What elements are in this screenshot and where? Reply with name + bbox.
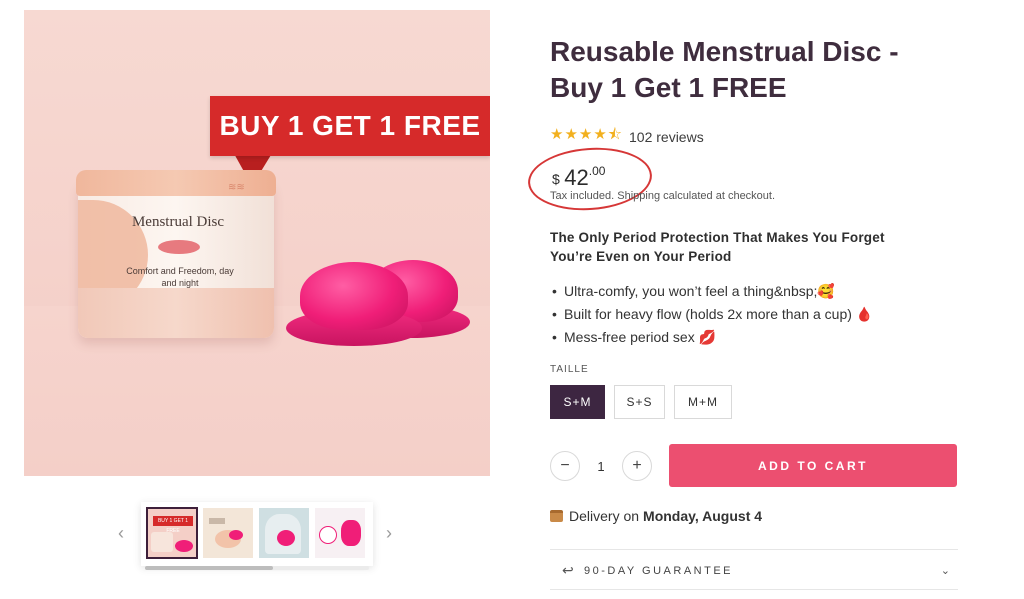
package-icon <box>550 510 563 522</box>
feature-text: Ultra-comfy, you won’t feel a thing&nbsp… <box>564 283 835 299</box>
size-options: S+M S+S M+M <box>550 385 732 419</box>
star-rating-icon: ★★★★⯪ <box>550 126 623 143</box>
thumbnail-1[interactable]: BUY 1 GET 1 FREE <box>146 507 198 559</box>
size-option-s-s[interactable]: S+S <box>614 385 665 419</box>
feature-item: • Built for heavy flow (holds 2x more tha… <box>552 303 873 326</box>
delivery-prefix: Delivery on <box>569 508 640 524</box>
delivery-date: Monday, August 4 <box>643 508 763 524</box>
thumb-text-block <box>209 518 225 524</box>
feature-item: • Mess-free period sex 💋 <box>552 326 873 349</box>
divider <box>550 549 958 550</box>
thumb-disc <box>277 530 295 546</box>
bullet-icon: • <box>552 283 557 299</box>
size-option-m-m[interactable]: M+M <box>674 385 732 419</box>
feature-list: • Ultra-comfy, you won’t feel a thing&nbs… <box>552 280 873 349</box>
product-tin: ≋≋ Menstrual Disc Comfort and Freedom, d… <box>76 170 276 338</box>
quantity-stepper: − 1 + <box>550 451 652 481</box>
feature-text: Built for heavy flow (holds 2x more than… <box>564 306 874 322</box>
thumbnail-strip: BUY 1 GET 1 FREE <box>141 502 373 566</box>
thumbnail-2[interactable] <box>203 508 253 558</box>
size-label: TAILLE <box>550 364 589 375</box>
bullet-icon: • <box>552 306 557 322</box>
feature-item: • Ultra-comfy, you won’t feel a thing&nbs… <box>552 280 873 303</box>
delivery-info: Delivery on Monday, August 4 <box>550 508 762 524</box>
thumbnail-3[interactable] <box>259 508 309 558</box>
divider <box>550 589 958 590</box>
feature-text: Mess-free period sex 💋 <box>564 329 717 345</box>
thumb-circle <box>319 526 337 544</box>
thumb-disc <box>175 540 193 552</box>
thumb-tin <box>151 532 173 552</box>
product-headline: The Only Period Protection That Makes Yo… <box>550 230 885 264</box>
tin-subtitle: Comfort and Freedom, day and night <box>126 266 234 288</box>
guarantee-label: 90-DAY GUARANTEE <box>584 564 734 577</box>
disc-front <box>300 262 408 330</box>
tin-lid <box>76 170 276 196</box>
thumbnail-scrollbar-thumb[interactable] <box>145 566 273 570</box>
add-to-cart-button[interactable]: ADD TO CART <box>669 444 957 487</box>
size-option-s-m[interactable]: S+M <box>550 385 605 419</box>
rating-row[interactable]: ★★★★⯪ 102 reviews <box>550 124 704 149</box>
tin-title: Menstrual Disc <box>131 214 225 230</box>
guarantee-accordion[interactable]: ↩ 90-DAY GUARANTEE ⌄ <box>562 562 950 579</box>
thumb-disc <box>341 520 361 546</box>
quantity-increase-button[interactable]: + <box>622 451 652 481</box>
thumbnail-4[interactable] <box>315 508 365 558</box>
price-annotation-circle <box>525 143 655 215</box>
return-arrow-icon: ↩ <box>562 562 574 578</box>
product-title: Reusable Menstrual Disc - Buy 1 Get 1 FR… <box>550 36 899 103</box>
quantity-input[interactable]: 1 <box>580 459 622 474</box>
tin-disc-illustration <box>158 240 200 254</box>
product-main-image[interactable]: BUY 1 GET 1 FREE ≋≋ Menstrual Disc Comfo… <box>24 10 490 476</box>
reviews-count[interactable]: 102 reviews <box>629 129 704 145</box>
tin-doodle: ≋≋ <box>228 182 245 193</box>
bullet-icon: • <box>552 329 557 345</box>
thumbnail-prev-arrow[interactable]: ‹ <box>118 524 124 542</box>
thumb-promo: BUY 1 GET 1 FREE <box>153 516 193 534</box>
chevron-down-icon: ⌄ <box>940 565 950 577</box>
promo-banner: BUY 1 GET 1 FREE <box>210 96 490 156</box>
tax-note: Tax included. Shipping calculated at che… <box>550 190 776 202</box>
quantity-decrease-button[interactable]: − <box>550 451 580 481</box>
thumb-disc <box>229 530 243 540</box>
thumbnail-next-arrow[interactable]: › <box>386 524 392 542</box>
tin-bottom-band <box>78 288 274 338</box>
